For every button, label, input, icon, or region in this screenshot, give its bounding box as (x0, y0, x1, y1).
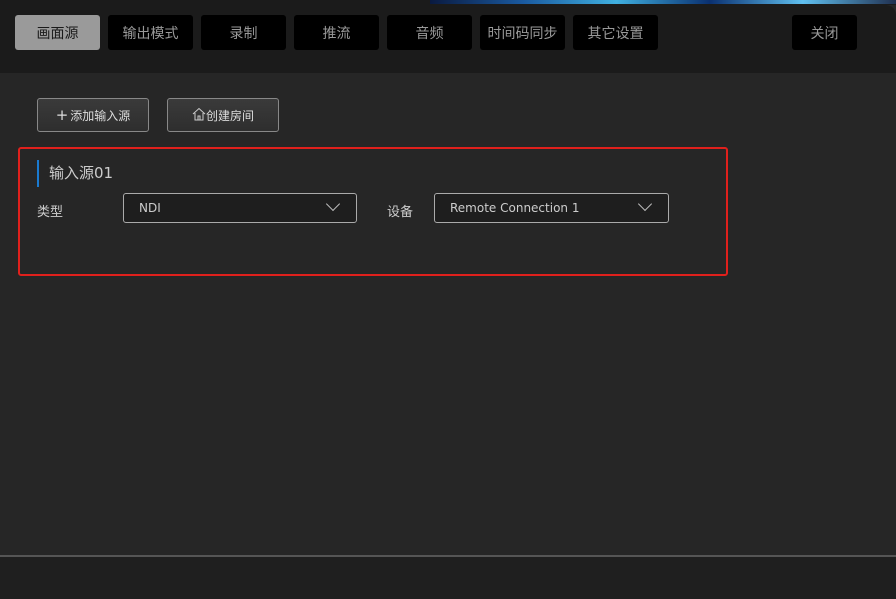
plus-icon: + (55, 106, 69, 124)
tab-record[interactable]: 录制 (201, 15, 286, 50)
device-select[interactable]: Remote Connection 1 (434, 193, 669, 223)
create-room-label: 创建房间 (205, 108, 254, 123)
close-button[interactable]: 关闭 (792, 15, 857, 50)
type-label: 类型 (37, 205, 64, 220)
tab-audio[interactable]: 音频 (387, 15, 472, 50)
tab-output-mode[interactable]: 输出模式 (108, 15, 193, 50)
bottom-bar (0, 555, 896, 599)
chevron-down-icon (637, 196, 653, 212)
add-source-button[interactable]: + 添加输入源 (37, 98, 149, 132)
tab-stream[interactable]: 推流 (294, 15, 379, 50)
tab-source[interactable]: 画面源 (15, 15, 100, 50)
chevron-down-icon (325, 196, 341, 212)
create-room-button[interactable]: 创建房间 (167, 98, 279, 132)
add-source-label: 添加输入源 (70, 108, 131, 123)
tab-other-settings[interactable]: 其它设置 (573, 15, 658, 50)
tab-timecode-sync[interactable]: 时间码同步 (480, 15, 565, 50)
device-label: 设备 (387, 205, 414, 220)
type-value: NDI (139, 201, 161, 215)
background-video-preview (430, 0, 896, 4)
type-select[interactable]: NDI (123, 193, 357, 223)
home-icon (192, 107, 206, 124)
device-value: Remote Connection 1 (450, 201, 580, 215)
source-title: 输入源01 (37, 160, 113, 187)
